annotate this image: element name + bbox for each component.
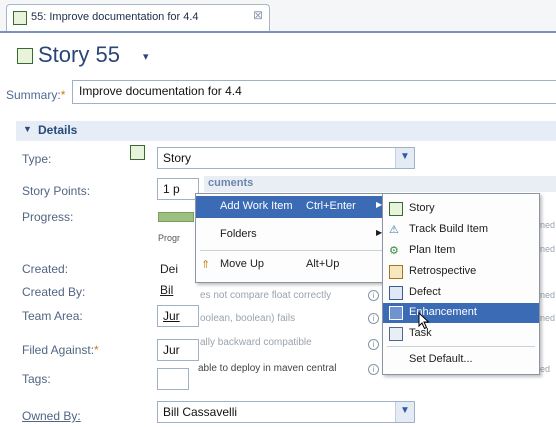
menu-separator [200,250,384,251]
info-icon: i [368,339,379,350]
team-area-value: Jur [163,309,180,323]
owned-by-label[interactable]: Owned By: [22,409,81,423]
submenu-item-label: Track Build Item [409,223,489,235]
submenu-item-defect[interactable]: Defect [383,283,539,303]
created-by-value[interactable]: Bil [160,283,173,297]
submenu-item-enhancement[interactable]: Enhancement [383,303,539,323]
submenu-item-label: Defect [409,286,441,298]
defect-icon [389,286,403,300]
menu-item-label: Move Up [220,258,265,270]
enhancement-icon [389,306,403,320]
menu-item-add-work-item[interactable]: Add Work Item Ctrl+Enter ▶ [196,196,388,218]
details-section-header[interactable]: ▼ Details [16,121,556,141]
submenu-item-story[interactable]: Story [383,199,539,219]
move-up-icon: ⇑ [201,259,211,271]
tab-title: 55: Improve documentation for 4.4 [31,11,199,23]
chevron-down-icon[interactable]: ▾ [143,50,149,63]
list-item[interactable]: ally backward compatible [200,337,312,348]
tags-label: Tags: [22,372,51,386]
row-fragment: ned [540,244,556,254]
summary-input[interactable]: Improve documentation for 4.4 [72,80,556,104]
required-marker: * [94,343,99,357]
editor-tab-bar: 55: Improve documentation for 4.4 ⊠ [0,0,556,33]
summary-label-text: Summary: [6,88,61,102]
progress-value: Progr [158,233,181,243]
story-points-label: Story Points: [22,184,91,198]
info-icon: i [368,290,379,301]
filed-against-combo[interactable]: Jur [157,339,199,361]
story-icon [389,202,403,216]
row-fragment: ned [540,313,556,323]
submenu-item-plan-item[interactable]: ⚙ Plan Item [383,241,539,261]
chevron-down-icon: ▼ [400,151,410,162]
list-item[interactable]: oolean, boolean) fails [200,313,295,324]
story-type-icon [130,145,145,160]
story-points-value: 1 p [163,182,180,196]
list-item[interactable]: able to deploy in maven central [198,363,336,374]
summary-value: Improve documentation for 4.4 [79,84,242,98]
progress-bar [158,212,194,222]
documents-panel-header: cuments [204,176,556,192]
row-fragment: ed [540,364,551,374]
details-title: Details [38,123,78,137]
submenu-item-retrospective[interactable]: Retrospective [383,262,539,282]
filed-against-value: Jur [163,343,180,357]
list-item[interactable]: es not compare float correctly [200,290,331,301]
menu-separator [387,346,535,347]
submenu-item-label: Story [409,202,435,214]
team-area-combo[interactable]: Jur [157,305,199,327]
info-icon: i [368,313,379,324]
track-build-icon: ⚠ [389,224,399,236]
type-combo[interactable]: Story ▼ [157,147,415,169]
created-by-label: Created By: [22,285,86,299]
add-work-item-submenu: Story ⚠ Track Build Item ⚙ Plan Item Ret… [382,193,540,375]
row-fragment: ned [540,220,556,230]
submenu-item-label: Plan Item [409,244,456,256]
story-icon [17,48,33,64]
owned-by-dropdown-button[interactable]: ▼ [395,402,414,422]
row-fragment: ned [540,290,556,300]
required-marker: * [60,88,66,102]
close-icon[interactable]: ⊠ [253,8,263,22]
work-item-icon [13,11,27,25]
menu-item-label: Add Work Item [220,200,293,212]
menu-item-shortcut: Ctrl+Enter [306,200,356,212]
created-value: Dei [160,262,179,276]
menu-item-shortcut: Alt+Up [306,258,340,270]
menu-item-move-up[interactable]: ⇑ Move Up Alt+Up [196,254,388,276]
context-menu: Add Work Item Ctrl+Enter ▶ Folders ▶ ⇑ M… [195,193,389,283]
info-icon: i [368,364,379,375]
type-dropdown-button[interactable]: ▼ [395,148,414,168]
menu-item-folders[interactable]: Folders ▶ [196,224,388,246]
owned-by-combo[interactable]: Bill Cassavelli ▼ [157,401,415,423]
type-label: Type: [22,152,52,166]
owned-by-value: Bill Cassavelli [163,405,238,419]
summary-label: Summary:* [6,88,65,102]
tab-underline [0,31,556,33]
story-points-combo[interactable]: 1 p [157,178,199,200]
submenu-item-label: Retrospective [409,265,477,277]
filed-against-label-text: Filed Against: [22,343,95,357]
task-icon [389,327,403,341]
submenu-item-set-default[interactable]: Set Default... [383,350,539,370]
type-value: Story [163,151,192,165]
filed-against-label: Filed Against:* [22,343,99,357]
progress-label: Progress: [22,210,74,224]
submenu-item-label: Set Default... [409,353,473,365]
retrospective-icon [389,265,403,279]
plan-item-icon: ⚙ [389,245,399,257]
menu-item-label: Folders [220,228,257,240]
chevron-down-icon: ▼ [400,405,410,416]
submenu-item-task[interactable]: Task [383,324,539,344]
editor-tab[interactable]: 55: Improve documentation for 4.4 ⊠ [6,4,270,31]
collapse-icon[interactable]: ▼ [23,124,32,134]
submenu-item-track-build-item[interactable]: ⚠ Track Build Item [383,220,539,240]
created-label: Created: [22,262,69,276]
team-area-label: Team Area: [22,309,83,323]
work-item-title: Story 55 [38,42,120,67]
mouse-cursor-icon [418,312,430,330]
tags-input[interactable] [157,368,189,390]
documents-panel-title: cuments [208,177,254,189]
